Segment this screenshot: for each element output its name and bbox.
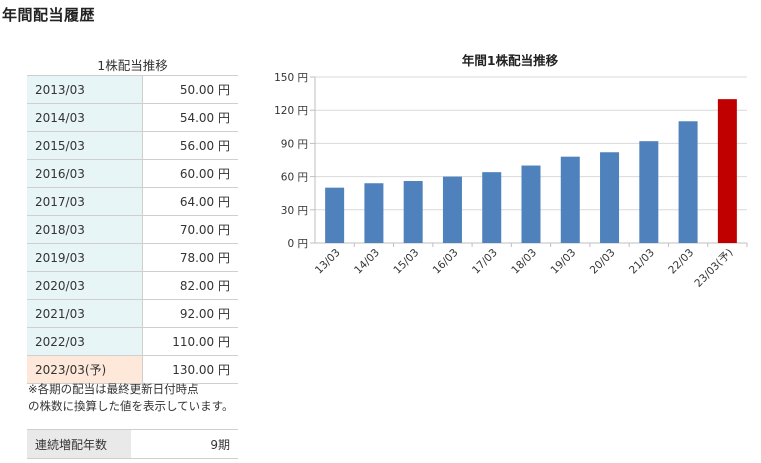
dividend-row: 2016/03 60.00 円	[27, 159, 238, 188]
y-tick-label: 60 円	[281, 172, 308, 184]
dividend-row: 2017/03 64.00 円	[27, 187, 238, 216]
dividend-bar	[364, 183, 384, 243]
dividend-row: 2021/03 92.00 円	[27, 299, 238, 328]
dividend-period: 2013/03	[27, 75, 142, 104]
dividend-bar	[560, 156, 580, 243]
streak-row: 連続増配年数 9期	[27, 429, 238, 459]
dividend-period: 2014/03	[27, 103, 142, 132]
dividend-row: 2018/03 70.00 円	[27, 215, 238, 244]
x-tick-label: 17/03	[470, 247, 500, 277]
dividend-amount: 50.00 円	[141, 75, 238, 104]
streak-value: 9期	[131, 429, 238, 459]
dividend-row: 2022/03 110.00 円	[27, 327, 238, 356]
dividend-period: 2023/03(予)	[27, 355, 142, 384]
dividend-bar	[678, 121, 698, 243]
dividend-bar	[442, 176, 462, 243]
dividend-bar	[639, 141, 659, 243]
dividend-period: 2016/03	[27, 159, 142, 188]
x-tick-label: 15/03	[391, 247, 421, 277]
dividend-period: 2017/03	[27, 187, 142, 216]
dividend-period: 2022/03	[27, 327, 142, 356]
dividend-amount: 64.00 円	[141, 187, 238, 216]
note-line-2: の株数に換算した値を表示しています。	[28, 399, 234, 413]
dividend-amount: 130.00 円	[141, 355, 238, 384]
dividend-bar	[521, 165, 541, 243]
dividend-row: 2015/03 56.00 円	[27, 131, 238, 160]
dividend-table-caption: 1株配当推移	[97, 58, 168, 73]
note-line-1: ※各期の配当は最終更新日付時点	[28, 382, 199, 396]
dividend-amount: 54.00 円	[141, 103, 238, 132]
dividend-amount: 82.00 円	[141, 271, 238, 300]
y-tick-label: 0 円	[287, 238, 308, 250]
x-tick-label: 14/03	[352, 247, 382, 277]
dividend-period: 2020/03	[27, 271, 142, 300]
streak-label: 連続増配年数	[27, 429, 131, 459]
dividend-amount: 60.00 円	[141, 159, 238, 188]
x-tick-label: 22/03	[666, 247, 696, 277]
dividend-amount: 70.00 円	[141, 215, 238, 244]
x-tick-label: 13/03	[313, 247, 343, 277]
y-tick-label: 30 円	[281, 205, 308, 217]
dividend-amount: 110.00 円	[141, 327, 238, 356]
dividend-row: 2019/03 78.00 円	[27, 243, 238, 272]
dividend-bar	[482, 172, 502, 243]
dividend-row: 2020/03 82.00 円	[27, 271, 238, 300]
x-tick-label: 20/03	[588, 247, 618, 277]
dividend-bar	[325, 187, 345, 243]
dividend-row: 2023/03(予) 130.00 円	[27, 355, 238, 384]
x-tick-label: 19/03	[549, 247, 579, 277]
dividend-row: 2013/03 50.00 円	[27, 75, 238, 104]
page-title: 年間配当履歴	[2, 6, 96, 24]
dividend-history-table: 2013/03 50.00 円 2014/03 54.00 円 2015/03 56.00…	[27, 75, 238, 384]
x-tick-label: 23/03(予)	[692, 247, 735, 290]
dividend-amount: 78.00 円	[141, 243, 238, 272]
dividend-amount: 56.00 円	[141, 131, 238, 160]
dividend-bar	[403, 181, 423, 243]
dividend-period: 2019/03	[27, 243, 142, 272]
dividend-period: 2018/03	[27, 215, 142, 244]
dividend-amount: 92.00 円	[141, 299, 238, 328]
dividend-note: ※各期の配当は最終更新日付時点 の株数に換算した値を表示しています。	[28, 381, 234, 415]
y-tick-label: 150 円	[274, 72, 308, 84]
forecast-bar	[717, 99, 737, 243]
y-tick-label: 90 円	[281, 138, 308, 150]
x-tick-label: 18/03	[509, 247, 539, 277]
x-tick-label: 16/03	[431, 247, 461, 277]
dividend-bar-chart: 0 円 30 円 60 円 90 円 120 円 150 円 13/03 14/03 15/03…	[274, 72, 748, 290]
y-tick-label: 120 円	[274, 105, 308, 117]
x-tick-label: 21/03	[627, 247, 657, 277]
consecutive-increase-table: 連続増配年数 9期	[27, 429, 238, 459]
dividend-period: 2021/03	[27, 299, 142, 328]
dividend-row: 2014/03 54.00 円	[27, 103, 238, 132]
dividend-period: 2015/03	[27, 131, 142, 160]
dividend-bar	[600, 152, 620, 243]
